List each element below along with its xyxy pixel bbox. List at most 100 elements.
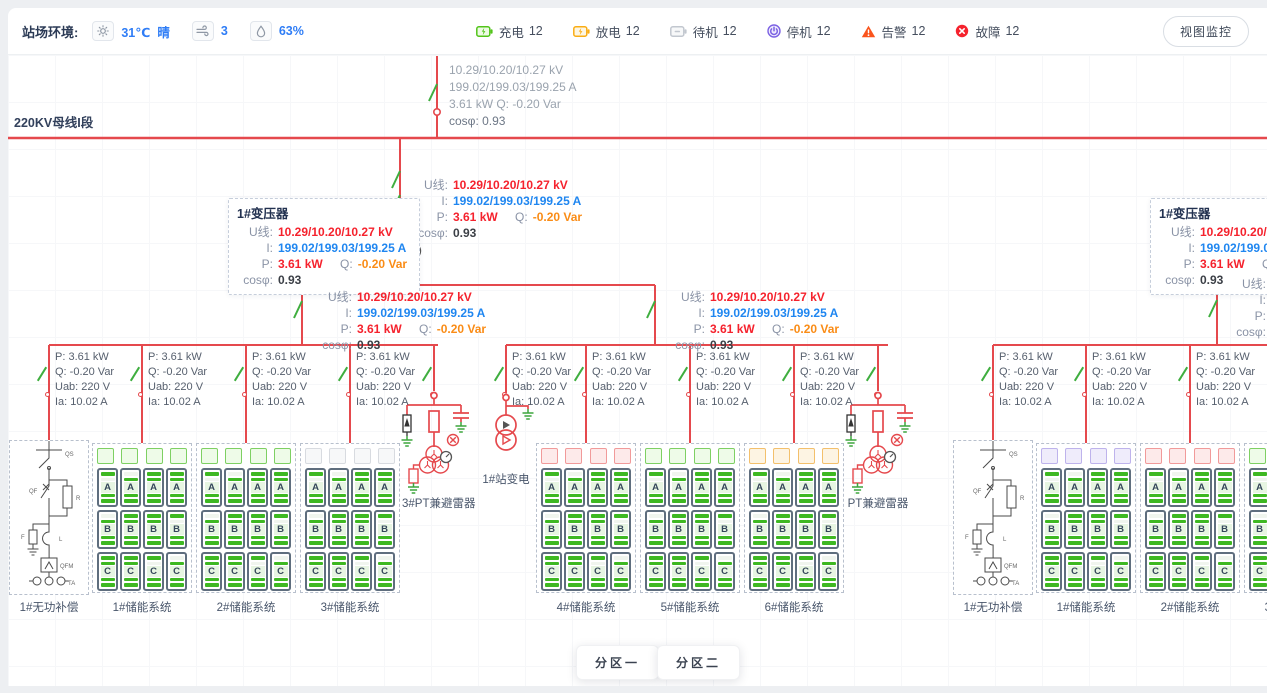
battery-cell-A[interactable]: A (1168, 468, 1189, 507)
battery-cell-B[interactable]: B (1064, 510, 1085, 549)
battery-cell-C[interactable]: C (714, 552, 735, 591)
battery-cell-C[interactable]: C (691, 552, 712, 591)
battery-cell-B[interactable]: B (166, 510, 187, 549)
battery-cell-A[interactable]: A (143, 468, 164, 507)
battery-cell-A[interactable]: A (668, 468, 689, 507)
battery-cell-A[interactable]: A (201, 468, 222, 507)
storage-cluster[interactable]: AAAABBBBCCCC (536, 443, 636, 593)
battery-cell-C[interactable]: C (1249, 552, 1267, 591)
battery-cell-A[interactable]: A (166, 468, 187, 507)
wind-icon[interactable] (192, 21, 214, 41)
battery-cell-C[interactable]: C (351, 552, 372, 591)
battery-cell-B[interactable]: B (143, 510, 164, 549)
battery-cell-C[interactable]: C (270, 552, 291, 591)
battery-cell-C[interactable]: C (818, 552, 839, 591)
battery-cell-C[interactable]: C (247, 552, 268, 591)
battery-cell-A[interactable]: A (714, 468, 735, 507)
battery-cell-B[interactable]: B (564, 510, 585, 549)
legend-item-standby[interactable]: 待机12 (670, 22, 737, 41)
view-monitor-button[interactable]: 视图监控 (1163, 16, 1249, 47)
battery-cell-A[interactable]: A (1064, 468, 1085, 507)
storage-cluster[interactable]: AAAABBBBCCCC (744, 443, 844, 593)
storage-cluster[interactable]: AAAABBBBCCCC (92, 443, 192, 593)
battery-cell-B[interactable]: B (201, 510, 222, 549)
battery-cell-C[interactable]: C (587, 552, 608, 591)
storage-cluster[interactable]: AAAABBBBCCCC (196, 443, 296, 593)
battery-cell-A[interactable]: A (772, 468, 793, 507)
legend-item-stop[interactable]: 停机12 (767, 22, 831, 41)
battery-cell-B[interactable]: B (668, 510, 689, 549)
battery-cell-B[interactable]: B (714, 510, 735, 549)
battery-cell-A[interactable]: A (1145, 468, 1166, 507)
battery-cell-B[interactable]: B (691, 510, 712, 549)
battery-cell-A[interactable]: A (1041, 468, 1062, 507)
battery-cell-C[interactable]: C (224, 552, 245, 591)
legend-item-charge[interactable]: 充电12 (476, 22, 543, 41)
battery-cell-B[interactable]: B (1041, 510, 1062, 549)
battery-cell-C[interactable]: C (305, 552, 326, 591)
battery-cell-A[interactable]: A (1249, 468, 1267, 507)
battery-cell-B[interactable]: B (1110, 510, 1131, 549)
battery-cell-C[interactable]: C (772, 552, 793, 591)
legend-item-fault[interactable]: 故障12 (955, 22, 1019, 41)
battery-cell-B[interactable]: B (818, 510, 839, 549)
battery-cell-C[interactable]: C (201, 552, 222, 591)
battery-cell-C[interactable]: C (610, 552, 631, 591)
battery-cell-C[interactable]: C (166, 552, 187, 591)
battery-cell-B[interactable]: B (270, 510, 291, 549)
battery-cell-B[interactable]: B (772, 510, 793, 549)
battery-cell-A[interactable]: A (587, 468, 608, 507)
battery-cell-C[interactable]: C (541, 552, 562, 591)
battery-cell-B[interactable]: B (305, 510, 326, 549)
battery-cell-B[interactable]: B (645, 510, 666, 549)
battery-cell-B[interactable]: B (97, 510, 118, 549)
storage-cluster[interactable]: AAAABBBBCCCC (1036, 443, 1136, 593)
sun-icon[interactable] (92, 21, 114, 41)
battery-cell-A[interactable]: A (374, 468, 395, 507)
battery-cell-B[interactable]: B (374, 510, 395, 549)
battery-cell-A[interactable]: A (1214, 468, 1235, 507)
battery-cell-A[interactable]: A (1087, 468, 1108, 507)
battery-cell-A[interactable]: A (247, 468, 268, 507)
battery-cell-A[interactable]: A (328, 468, 349, 507)
battery-cell-B[interactable]: B (1087, 510, 1108, 549)
battery-cell-B[interactable]: B (541, 510, 562, 549)
battery-cell-C[interactable]: C (143, 552, 164, 591)
battery-cell-C[interactable]: C (97, 552, 118, 591)
battery-cell-A[interactable]: A (818, 468, 839, 507)
battery-cell-A[interactable]: A (270, 468, 291, 507)
humidity-icon[interactable] (250, 21, 272, 41)
battery-cell-A[interactable]: A (120, 468, 141, 507)
storage-cluster[interactable]: AAAABBBBCCCC (300, 443, 400, 593)
battery-cell-B[interactable]: B (587, 510, 608, 549)
battery-cell-C[interactable]: C (1064, 552, 1085, 591)
battery-cell-A[interactable]: A (1110, 468, 1131, 507)
battery-cell-C[interactable]: C (564, 552, 585, 591)
battery-cell-B[interactable]: B (1168, 510, 1189, 549)
legend-item-alarm[interactable]: 告警12 (861, 22, 926, 41)
battery-cell-A[interactable]: A (645, 468, 666, 507)
battery-cell-C[interactable]: C (795, 552, 816, 591)
battery-cell-A[interactable]: A (795, 468, 816, 507)
storage-cluster[interactable]: AAAABBBBCCCC (640, 443, 740, 593)
battery-cell-A[interactable]: A (224, 468, 245, 507)
battery-cell-C[interactable]: C (374, 552, 395, 591)
battery-cell-B[interactable]: B (351, 510, 372, 549)
battery-cell-A[interactable]: A (610, 468, 631, 507)
battery-cell-C[interactable]: C (1145, 552, 1166, 591)
battery-cell-B[interactable]: B (1214, 510, 1235, 549)
battery-cell-B[interactable]: B (1249, 510, 1267, 549)
battery-cell-A[interactable]: A (564, 468, 585, 507)
battery-cell-C[interactable]: C (668, 552, 689, 591)
battery-cell-C[interactable]: C (1191, 552, 1212, 591)
battery-cell-B[interactable]: B (749, 510, 770, 549)
battery-cell-C[interactable]: C (1110, 552, 1131, 591)
battery-cell-C[interactable]: C (1168, 552, 1189, 591)
storage-cluster[interactable]: AAAABBBBCCCC (1140, 443, 1240, 593)
battery-cell-B[interactable]: B (328, 510, 349, 549)
battery-cell-C[interactable]: C (328, 552, 349, 591)
battery-cell-A[interactable]: A (351, 468, 372, 507)
compensation-cabinet[interactable]: QSQFR FLQFMTA (953, 440, 1033, 595)
battery-cell-A[interactable]: A (97, 468, 118, 507)
battery-cell-B[interactable]: B (247, 510, 268, 549)
